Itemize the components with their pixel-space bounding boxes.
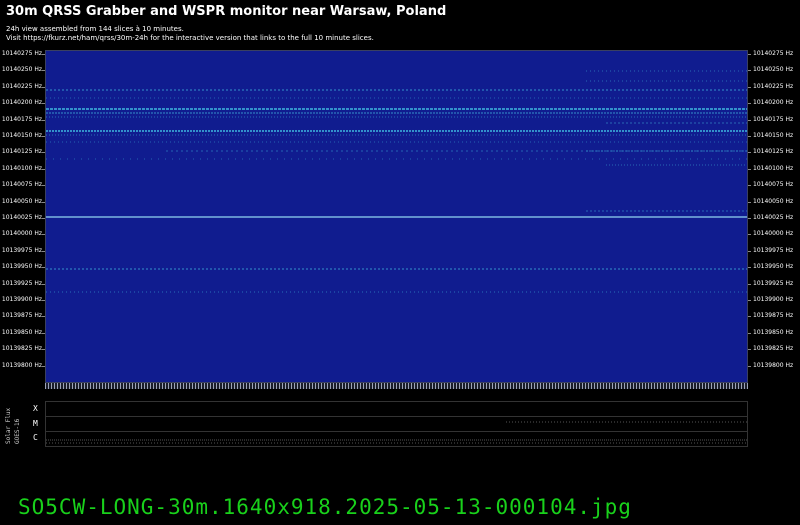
frequency-label-right: 10140075 Hz: [753, 181, 794, 189]
frequency-label-right: 10139925 Hz: [753, 279, 794, 287]
tick-mark: [748, 316, 751, 318]
page-title: 30m QRSS Grabber and WSPR monitor near W…: [6, 4, 447, 19]
tick-mark: [748, 70, 751, 72]
frequency-label-left: 10140175 Hz: [1, 115, 42, 123]
frequency-label-right: 10139900 Hz: [753, 296, 794, 303]
frequency-label-right: 10140100 Hz: [753, 164, 794, 172]
flux-label-goes: GOES-16: [14, 418, 21, 444]
tick-mark: [748, 168, 751, 170]
frequency-label-left: 10140050 Hz: [1, 197, 42, 205]
frequency-label-right: 10139975 Hz: [753, 246, 794, 254]
tick-mark: [748, 86, 751, 88]
tick-mark: [748, 349, 751, 351]
solar-flux-chart: [45, 401, 748, 447]
tick-mark: [748, 201, 751, 203]
tick-mark: [748, 267, 751, 269]
frequency-label-left: 10139950 Hz: [1, 263, 42, 271]
frequency-label-left: 10140100 Hz: [1, 164, 42, 172]
frequency-label-left: 10140125 Hz: [1, 148, 42, 156]
frequency-label-left: 10139900 Hz: [1, 296, 42, 303]
frequency-label-right: 10140225 Hz: [753, 82, 794, 90]
frequency-label-left: 10139825 Hz: [1, 345, 42, 353]
frequency-label-right: 10139825 Hz: [753, 345, 794, 353]
tick-mark: [748, 283, 751, 285]
frequency-label-left: 10140275 Hz: [1, 50, 42, 57]
time-axis-ticks: [45, 383, 748, 389]
tick-mark: [748, 218, 751, 219]
frequency-label-left: 10139925 Hz: [1, 279, 42, 287]
flux-level-m: M: [33, 419, 38, 428]
tick-mark: [748, 54, 751, 55]
flux-level-x: X: [33, 404, 38, 413]
frequency-label-left: 10140075 Hz: [1, 181, 42, 189]
flux-trace: [46, 421, 747, 444]
tick-mark: [748, 185, 751, 187]
frequency-label-right: 10140125 Hz: [753, 148, 794, 156]
frequency-label-left: 10139975 Hz: [1, 246, 42, 254]
frequency-label-right: 10140025 Hz: [753, 214, 794, 221]
frequency-label-right: 10140000 Hz: [753, 230, 794, 238]
flux-label-solar: Solar Flux: [5, 407, 12, 444]
subtitle-line-2: Visit https://fkurz.net/ham/qrss/30m-24h…: [6, 34, 374, 42]
spectrogram-waterfall[interactable]: [45, 50, 748, 383]
frequency-label-left: 10140200 Hz: [1, 99, 42, 107]
tick-mark: [748, 152, 751, 154]
frequency-label-left: 10140150 Hz: [1, 132, 42, 139]
frequency-label-right: 10140250 Hz: [753, 66, 794, 74]
frequency-label-right: 10140200 Hz: [753, 99, 794, 107]
tick-mark: [748, 332, 751, 334]
frequency-label-right: 10139800 Hz: [753, 361, 794, 369]
tick-mark: [748, 119, 751, 121]
tick-mark: [748, 234, 751, 236]
frequency-label-left: 10139800 Hz: [1, 361, 42, 369]
frequency-label-right: 10140150 Hz: [753, 132, 794, 139]
frequency-label-right: 10139850 Hz: [753, 328, 794, 336]
spectrogram-signals: [46, 70, 747, 293]
frequency-label-left: 10140000 Hz: [1, 230, 42, 238]
subtitle-line-1: 24h view assembled from 144 slices à 10 …: [6, 25, 184, 33]
tick-mark: [748, 103, 751, 105]
frequency-label-right: 10140275 Hz: [753, 50, 794, 57]
frequency-label-left: 10139875 Hz: [1, 312, 42, 320]
tick-mark: [748, 250, 751, 252]
frequency-label-left: 10140225 Hz: [1, 82, 42, 90]
frequency-label-right: 10139875 Hz: [753, 312, 794, 320]
frequency-label-left: 10140250 Hz: [1, 66, 42, 74]
tick-mark: [748, 365, 751, 367]
frequency-label-right: 10139950 Hz: [753, 263, 794, 271]
flux-level-c: C: [33, 433, 38, 442]
frequency-label-right: 10140175 Hz: [753, 115, 794, 123]
frequency-label-right: 10140050 Hz: [753, 197, 794, 205]
footer-filename: SO5CW-LONG-30m.1640x918.2025-05-13-00010…: [18, 495, 632, 519]
frequency-label-left: 10140025 Hz: [1, 214, 42, 221]
tick-mark: [748, 136, 751, 137]
flux-side-labels: Solar Flux GOES-16: [3, 402, 25, 446]
tick-mark: [748, 300, 751, 301]
frequency-label-left: 10139850 Hz: [1, 328, 42, 336]
